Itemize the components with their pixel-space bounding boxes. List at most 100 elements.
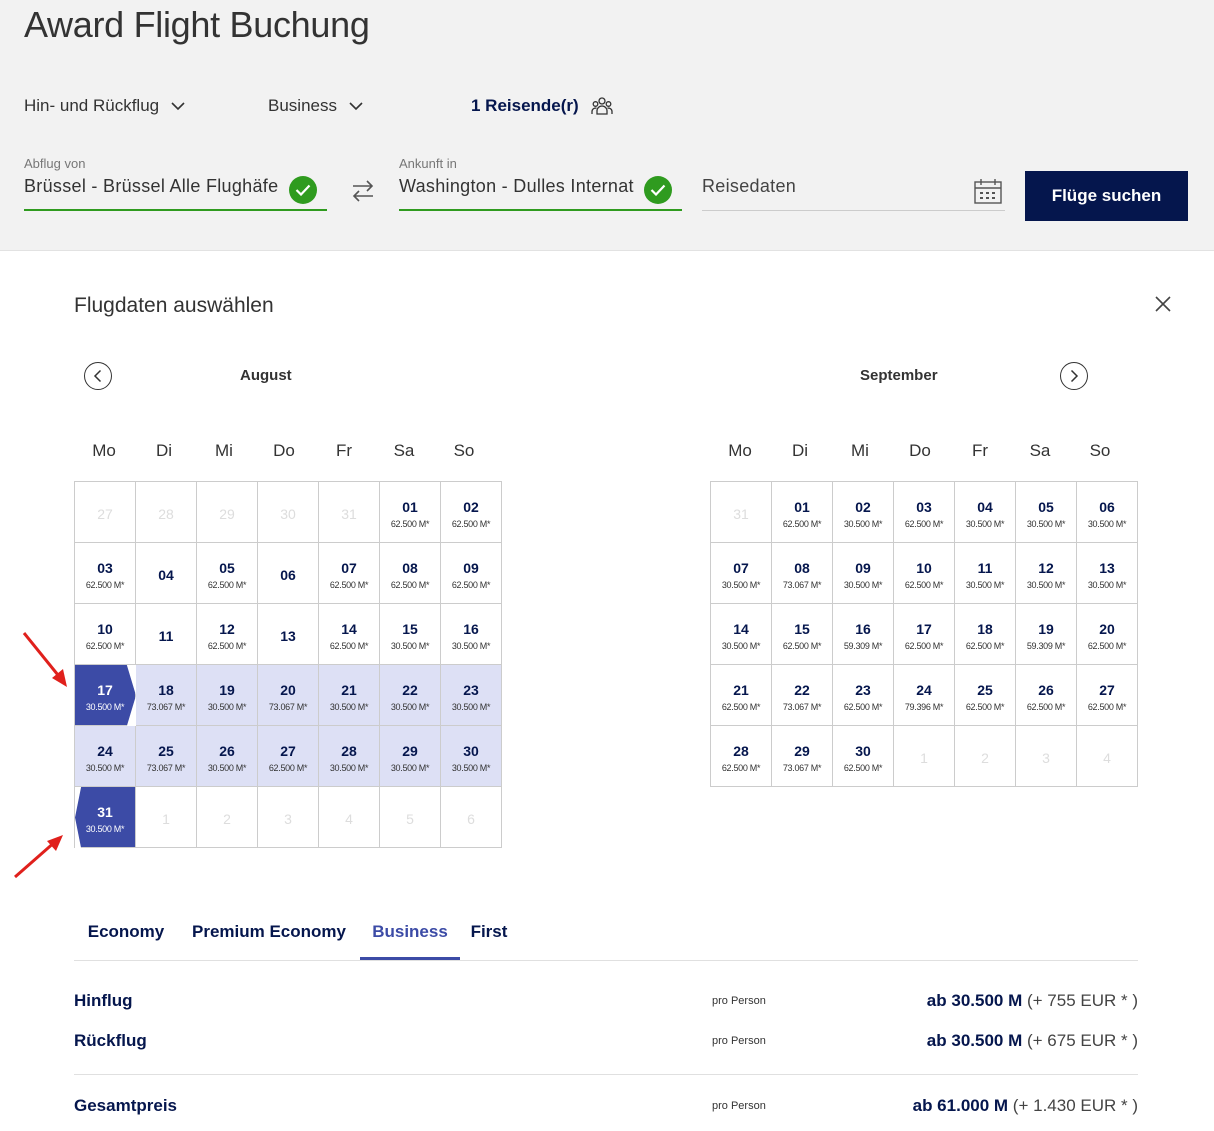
calendar-day[interactable]: 05 30.500 M* (1016, 482, 1077, 543)
day-number: 11 (977, 560, 993, 576)
calendar-day[interactable]: 28 62.500 M* (711, 726, 772, 787)
calendar-day[interactable]: 20 62.500 M* (1077, 604, 1138, 665)
calendar-day[interactable]: 24 79.396 M* (894, 665, 955, 726)
calendar-day[interactable]: 25 73.067 M* (136, 726, 197, 787)
calendar-day[interactable]: 15 30.500 M* (380, 604, 441, 665)
calendar-day[interactable]: 23 62.500 M* (833, 665, 894, 726)
calendar-day[interactable]: 29 30.500 M* (380, 726, 441, 787)
day-number: 06 (1099, 499, 1115, 515)
calendar-day[interactable]: 01 62.500 M* (380, 482, 441, 543)
calendar-day[interactable]: 28 30.500 M* (319, 726, 380, 787)
calendar-day: 3 (1016, 726, 1077, 787)
calendar-day[interactable]: 08 62.500 M* (380, 543, 441, 604)
calendar-day[interactable]: 23 30.500 M* (441, 665, 502, 726)
calendar-day[interactable]: 21 62.500 M* (711, 665, 772, 726)
day-price: 62.500 M* (451, 580, 491, 590)
calendar-day[interactable]: 16 59.309 M* (833, 604, 894, 665)
calendar-day[interactable]: 18 73.067 M* (136, 665, 197, 726)
calendar-day[interactable]: 08 73.067 M* (772, 543, 833, 604)
calendar-day[interactable]: 03 62.500 M* (75, 543, 136, 604)
calendar-day[interactable]: 02 62.500 M* (441, 482, 502, 543)
day-price: 30.500 M* (1026, 519, 1066, 529)
dates-field[interactable]: Reisedaten (702, 176, 1005, 211)
calendar-day[interactable]: 19 30.500 M* (197, 665, 258, 726)
origin-field[interactable]: Abflug von Brüssel - Brüssel Alle Flughä… (24, 156, 327, 211)
cash-surcharge: (+ 675 EUR * ) (1022, 1031, 1138, 1050)
calendar-day[interactable]: 21 30.500 M* (319, 665, 380, 726)
swap-icon[interactable] (350, 178, 376, 204)
red-arrow-annotation (22, 632, 67, 687)
calendar-day[interactable]: 02 30.500 M* (833, 482, 894, 543)
weekday-label: Fr (971, 441, 989, 460)
calendar-day[interactable]: 30 30.500 M* (441, 726, 502, 787)
calendar-day[interactable]: 06 (258, 543, 319, 604)
calendar-day[interactable]: 01 62.500 M* (772, 482, 833, 543)
calendar-day[interactable]: 17 62.500 M* (894, 604, 955, 665)
calendar-day[interactable]: 07 62.500 M* (319, 543, 380, 604)
calendar-day[interactable]: 03 62.500 M* (894, 482, 955, 543)
calendar-day[interactable]: 14 62.500 M* (319, 604, 380, 665)
calendar-day[interactable]: 10 62.500 M* (75, 604, 136, 665)
calendar-day[interactable]: 11 30.500 M* (955, 543, 1016, 604)
day-price: 30.500 M* (1087, 580, 1127, 590)
tab-premium-economy[interactable]: Premium Economy (186, 918, 352, 960)
day-price: 30.500 M* (390, 763, 430, 773)
calendar-day[interactable]: 26 62.500 M* (1016, 665, 1077, 726)
calendar-day[interactable]: 12 62.500 M* (197, 604, 258, 665)
calendar-day[interactable]: 29 73.067 M* (772, 726, 833, 787)
calendar-day[interactable]: 13 (258, 604, 319, 665)
calendar-day[interactable]: 27 62.500 M* (1077, 665, 1138, 726)
calendar-day[interactable]: 25 62.500 M* (955, 665, 1016, 726)
calendar-day[interactable]: 05 62.500 M* (197, 543, 258, 604)
calendar-day[interactable]: 07 30.500 M* (711, 543, 772, 604)
calendar-day[interactable]: 10 62.500 M* (894, 543, 955, 604)
travelers-selector[interactable]: 1 Reisende(r) (471, 96, 613, 116)
search-flights-button[interactable]: Flüge suchen (1025, 171, 1188, 221)
cabin-dropdown[interactable]: Business (268, 96, 363, 116)
calendar-day[interactable]: 17 30.500 M* (75, 665, 136, 726)
calendar-day[interactable]: 24 30.500 M* (75, 726, 136, 787)
calendar-day[interactable]: 19 59.309 M* (1016, 604, 1077, 665)
calendar-day[interactable]: 30 62.500 M* (833, 726, 894, 787)
calendar-day[interactable]: 04 (136, 543, 197, 604)
next-month-button[interactable] (1060, 362, 1088, 390)
calendar-day[interactable]: 26 30.500 M* (197, 726, 258, 787)
calendar-day[interactable]: 22 73.067 M* (772, 665, 833, 726)
calendar-day[interactable]: 11 (136, 604, 197, 665)
close-icon[interactable] (1154, 295, 1172, 313)
day-number: 03 (97, 560, 113, 576)
tab-business[interactable]: Business (360, 918, 460, 960)
calendar-day[interactable]: 18 62.500 M* (955, 604, 1016, 665)
calendar-day[interactable]: 22 30.500 M* (380, 665, 441, 726)
calendar-day[interactable]: 13 30.500 M* (1077, 543, 1138, 604)
prev-month-button[interactable] (84, 362, 112, 390)
calendar-day[interactable]: 15 62.500 M* (772, 604, 833, 665)
divider (74, 1074, 1138, 1075)
tab-economy[interactable]: Economy (74, 918, 178, 960)
trip-type-dropdown[interactable]: Hin- und Rückflug (24, 96, 185, 116)
origin-value[interactable]: Brüssel - Brüssel Alle Flughäfe (24, 176, 282, 197)
calendar-day[interactable]: 20 73.067 M* (258, 665, 319, 726)
calendar-day[interactable]: 09 62.500 M* (441, 543, 502, 604)
search-panel: Award Flight Buchung Hin- und Rückflug B… (0, 0, 1214, 251)
calendar-icon[interactable] (974, 178, 1002, 204)
miles-price: ab 30.500 M (926, 991, 1023, 1010)
calendar-day[interactable]: 04 30.500 M* (955, 482, 1016, 543)
calendar-day[interactable]: 14 30.500 M* (711, 604, 772, 665)
calendar-day[interactable]: 09 30.500 M* (833, 543, 894, 604)
day-price: 62.500 M* (85, 641, 125, 651)
miles-price: ab 61.000 M (912, 1096, 1009, 1115)
weekday-label: Sa (393, 441, 415, 460)
calendar-day: 2 (197, 787, 258, 848)
calendar-day[interactable]: 31 30.500 M* (75, 787, 136, 848)
day-price: 62.500 M* (268, 763, 308, 773)
weekday-label: So (453, 441, 475, 460)
month-title-september: September (860, 367, 938, 384)
calendar-day[interactable]: 06 30.500 M* (1077, 482, 1138, 543)
tab-first[interactable]: First (464, 918, 514, 960)
calendar-day[interactable]: 12 30.500 M* (1016, 543, 1077, 604)
calendar-day[interactable]: 27 62.500 M* (258, 726, 319, 787)
destination-value[interactable]: Washington - Dulles Internat (399, 176, 635, 197)
destination-field[interactable]: Ankunft in Washington - Dulles Internat (399, 156, 682, 211)
calendar-day[interactable]: 16 30.500 M* (441, 604, 502, 665)
